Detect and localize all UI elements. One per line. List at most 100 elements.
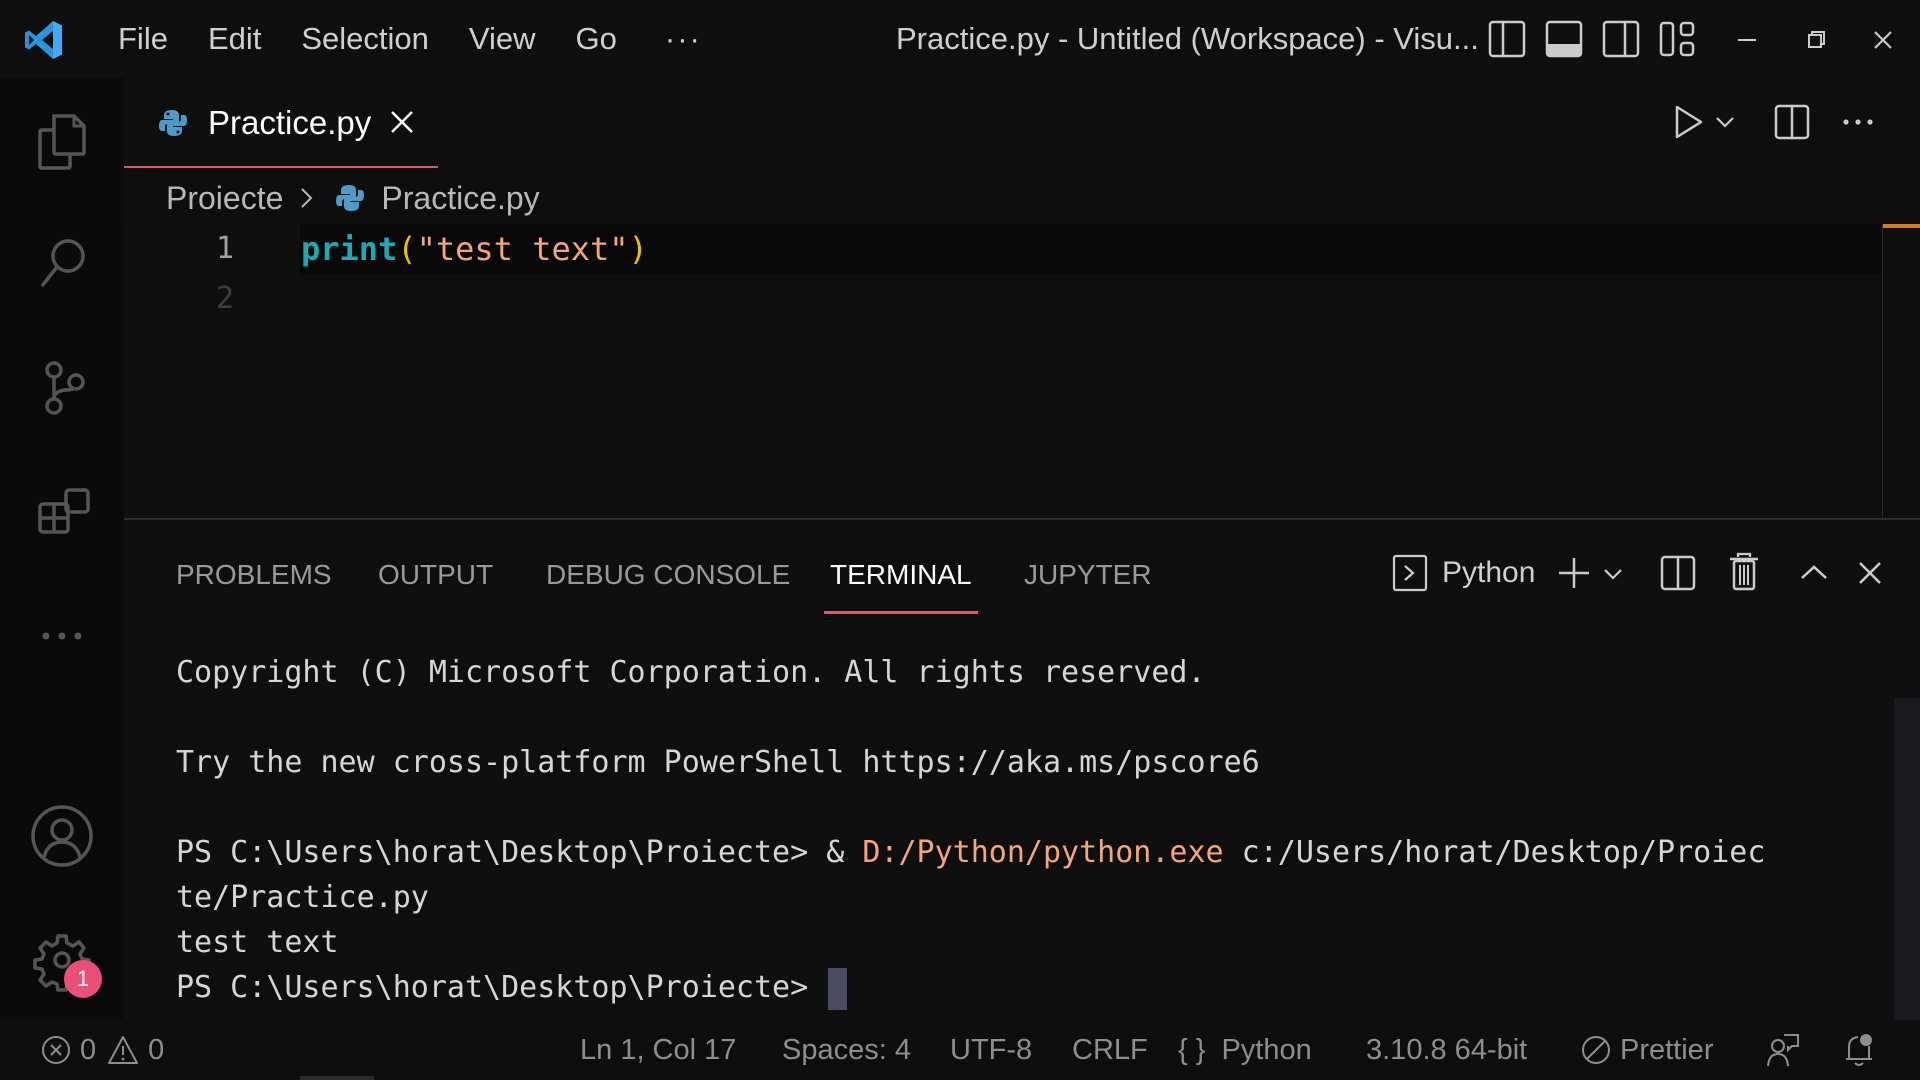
close-panel-icon[interactable] — [1852, 548, 1888, 598]
prettier-status[interactable]: Prettier — [1580, 1020, 1713, 1080]
menu-go[interactable]: Go — [556, 0, 637, 78]
run-python-file-icon[interactable] — [1666, 100, 1710, 144]
split-editor-icon[interactable] — [1770, 100, 1814, 144]
code-editor[interactable]: 1 2 print("test text") — [124, 224, 1884, 519]
status-bar: 0 0 Ln 1, Col 17 Spaces: 4 UTF-8 CRLF { … — [0, 1020, 1920, 1080]
panel-tab-debug-console[interactable]: DEBUG CONSOLE — [546, 550, 790, 600]
menu-more-button[interactable]: ··· — [637, 21, 730, 57]
problems-status[interactable]: 0 0 — [40, 1020, 164, 1080]
account-icon — [31, 805, 93, 867]
activity-accounts[interactable] — [22, 796, 102, 876]
python-icon — [159, 110, 187, 136]
maximize-panel-chevron-up-icon[interactable] — [1796, 548, 1832, 598]
language-mode[interactable]: { } Python — [1178, 1020, 1312, 1080]
breadcrumb: Proiecte Practice.py — [166, 172, 540, 224]
menu-bar: File Edit Selection View Go ··· — [98, 0, 730, 78]
toggle-primary-sidebar-icon[interactable] — [1486, 18, 1528, 60]
files-icon — [38, 114, 86, 170]
code-line: print("test text") — [301, 224, 648, 274]
source-control-icon — [45, 361, 85, 415]
line-number: 2 — [215, 281, 234, 316]
tab-label: Practice.py — [208, 104, 372, 141]
terminal-line: Try the new cross-platform PowerShell ht… — [176, 745, 1260, 780]
chevron-right-icon — [301, 188, 313, 208]
kill-terminal-trash-icon[interactable] — [1724, 548, 1764, 598]
braces-icon: { } — [1178, 1033, 1206, 1066]
live-share-feedback[interactable] — [1766, 1020, 1808, 1080]
restore-icon[interactable] — [1794, 18, 1836, 60]
overview-ruler[interactable] — [1882, 224, 1920, 519]
terminal-executable: D:/Python/python.exe — [862, 835, 1224, 870]
terminal-line: test text — [176, 925, 339, 960]
extensions-icon — [38, 488, 90, 534]
new-terminal-plus-icon[interactable] — [1554, 548, 1594, 598]
menu-view[interactable]: View — [449, 0, 556, 78]
more-actions-icon[interactable] — [1836, 100, 1880, 144]
encoding[interactable]: UTF-8 — [950, 1020, 1032, 1080]
python-icon — [336, 185, 365, 211]
panel-tab-problems[interactable]: PROBLEMS — [176, 550, 332, 600]
terminal-prompt: PS C:\Users\horat\Desktop\Proiecte> — [176, 970, 827, 1005]
warning-count: 0 — [148, 1033, 165, 1066]
panel-tab-output[interactable]: OUTPUT — [378, 550, 493, 600]
end-of-line[interactable]: CRLF — [1072, 1020, 1148, 1080]
token-function: print — [301, 230, 398, 268]
indentation[interactable]: Spaces: 4 — [782, 1020, 911, 1080]
toggle-panel-icon[interactable] — [1543, 18, 1585, 60]
customize-layout-icon[interactable] — [1657, 18, 1699, 60]
formatter-label: Prettier — [1620, 1033, 1714, 1066]
terminal-line: Copyright (C) Microsoft Corporation. All… — [176, 655, 1206, 690]
line-number: 1 — [215, 231, 234, 266]
editor-tab-bar: Practice.py — [124, 78, 1920, 168]
search-icon — [40, 239, 85, 288]
menu-file[interactable]: File — [98, 0, 188, 78]
activity-explorer[interactable] — [22, 100, 102, 180]
minimize-icon[interactable] — [1726, 18, 1768, 60]
tab-practice-py[interactable]: Practice.py — [124, 78, 438, 168]
menu-selection[interactable]: Selection — [281, 0, 449, 78]
status-bar-indicator — [300, 1076, 374, 1080]
token-paren: ( — [397, 230, 417, 268]
cursor-position-marker — [1883, 224, 1920, 228]
terminal-profile[interactable]: Python — [1392, 548, 1535, 598]
token-paren: ) — [628, 230, 648, 268]
terminal-argument: c:/Users/horat/Desktop/Proiec — [1223, 835, 1766, 870]
cursor-position[interactable]: Ln 1, Col 17 — [580, 1020, 736, 1080]
panel-tab-terminal[interactable]: TERMINAL — [824, 550, 978, 614]
activity-more[interactable] — [22, 596, 102, 676]
bell-icon — [1846, 1034, 1872, 1066]
error-icon — [42, 1036, 70, 1064]
panel-tab-jupyter[interactable]: JUPYTER — [1024, 550, 1152, 600]
language-label: Python — [1221, 1033, 1312, 1066]
split-terminal-icon[interactable] — [1658, 548, 1698, 598]
close-tab-icon[interactable] — [386, 106, 418, 138]
error-count: 0 — [80, 1033, 97, 1066]
terminal-icon — [1392, 554, 1428, 592]
terminal-output[interactable]: Copyright (C) Microsoft Corporation. All… — [176, 650, 1876, 1010]
python-interpreter[interactable]: 3.10.8 64-bit — [1366, 1020, 1527, 1080]
terminal-scrollbar[interactable] — [1894, 698, 1920, 1022]
run-options-chevron-icon[interactable] — [1710, 100, 1740, 144]
breadcrumb-folder[interactable]: Proiecte — [166, 180, 283, 217]
activity-extensions[interactable] — [22, 472, 102, 552]
bottom-panel: PROBLEMS OUTPUT DEBUG CONSOLE TERMINAL J… — [124, 518, 1920, 1022]
activity-search[interactable] — [22, 224, 102, 304]
terminal-profile-label: Python — [1442, 556, 1536, 589]
activity-source-control[interactable] — [22, 348, 102, 428]
window-title: Practice.py - Untitled (Workspace) - Vis… — [896, 21, 1479, 56]
terminal-launch-profile-chevron-icon[interactable] — [1598, 548, 1628, 598]
terminal-prompt: PS C:\Users\horat\Desktop\Proiecte> & — [176, 835, 863, 870]
toggle-secondary-sidebar-icon[interactable] — [1600, 18, 1642, 60]
close-window-icon[interactable] — [1862, 18, 1904, 60]
notifications[interactable] — [1842, 1020, 1884, 1080]
manage-badge: 1 — [64, 960, 102, 998]
warning-icon — [108, 1036, 139, 1064]
menu-edit[interactable]: Edit — [188, 0, 281, 78]
terminal-line: PS C:\Users\horat\Desktop\Proiecte> & D:… — [176, 830, 1876, 875]
breadcrumb-file[interactable]: Practice.py — [381, 180, 539, 217]
token-string: "test text" — [416, 230, 629, 268]
prohibited-icon — [1582, 1036, 1610, 1064]
terminal-line: PS C:\Users\horat\Desktop\Proiecte> — [176, 965, 1876, 1010]
vscode-logo-icon — [25, 21, 62, 59]
feedback-person-icon — [1767, 1034, 1799, 1067]
